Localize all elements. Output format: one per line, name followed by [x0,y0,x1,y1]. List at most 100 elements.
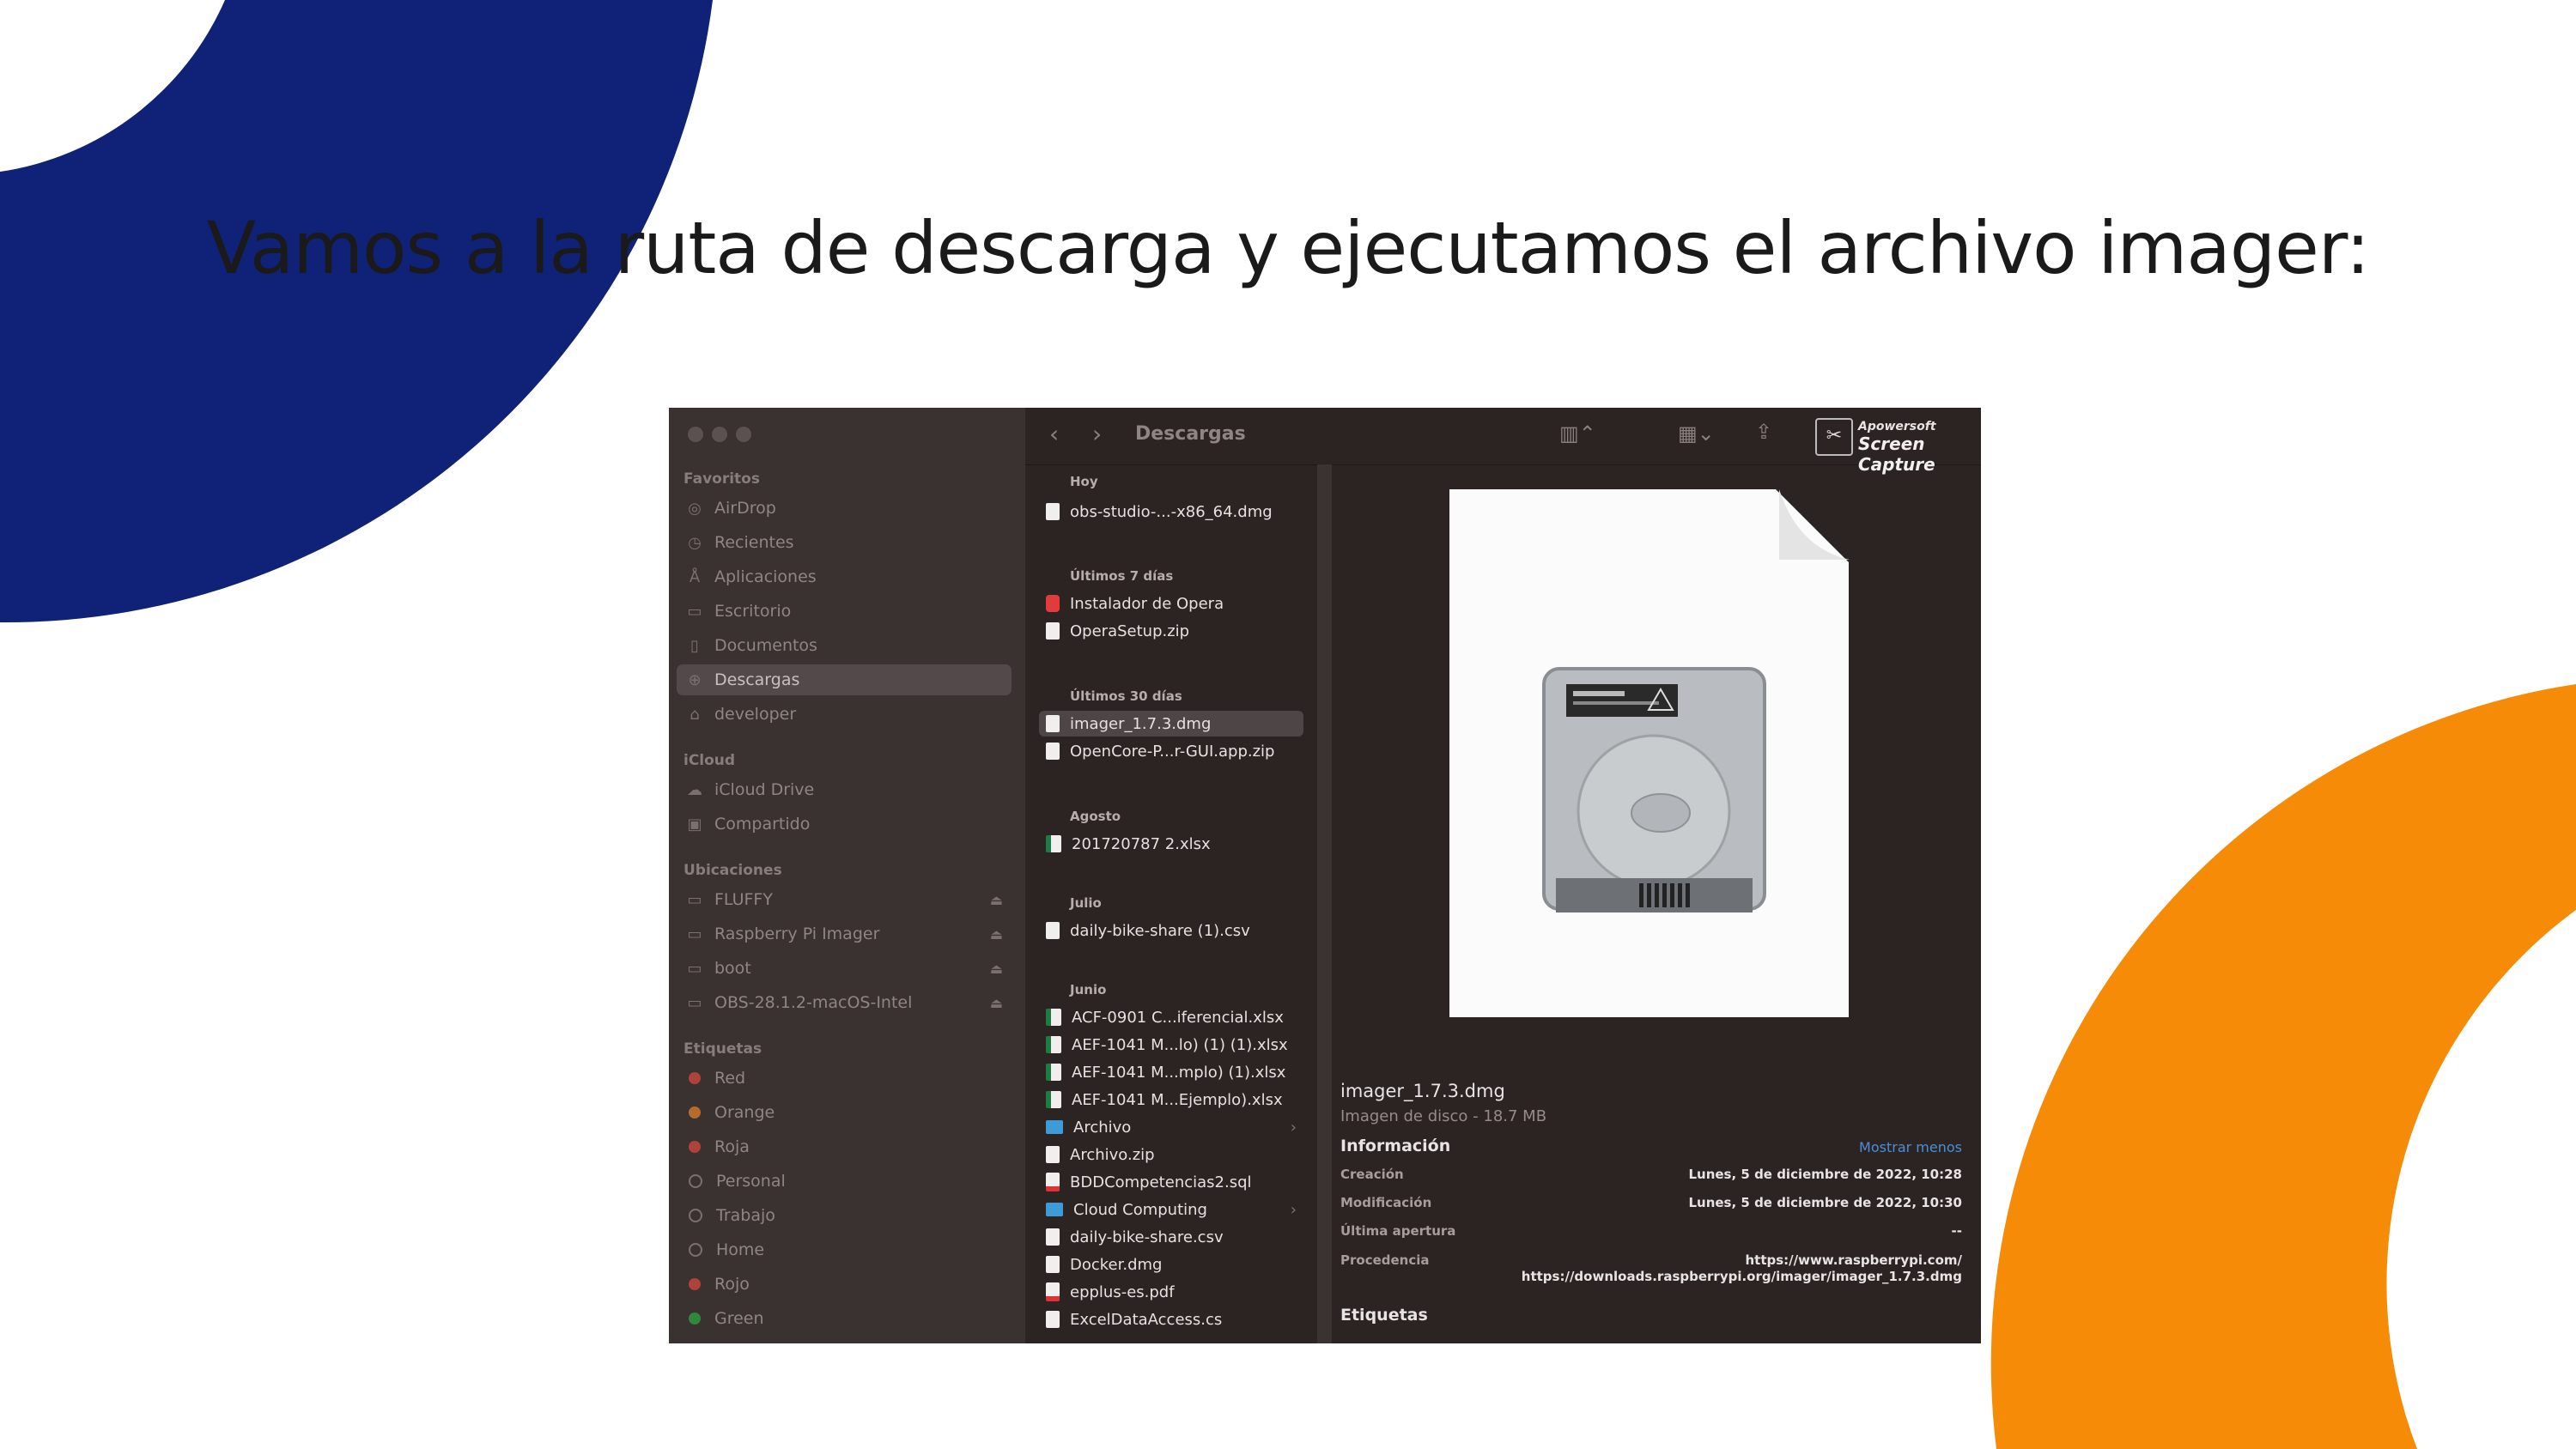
file-item[interactable]: AEF-1041 M...Ejemplo).xlsx [1039,1087,1303,1113]
tag-ring-icon [689,1174,702,1188]
drive-icon: ▭ [687,890,702,909]
sidebar-tag-rojo[interactable]: Rojo [677,1269,1012,1300]
zoom-window-button[interactable] [736,427,751,442]
file-item[interactable]: OpenCore-P...r-GUI.app.zip [1039,738,1303,764]
sidebar-item-descargas[interactable]: ⊕ Descargas [677,664,1012,695]
group-header-hoy: Hoy [1070,474,1098,489]
file-item[interactable]: BDDCompetencias2.sql [1039,1169,1303,1195]
csv-icon [1046,1228,1060,1246]
sidebar-item-recientes[interactable]: ◷ Recientes [677,527,1012,558]
sidebar-item-label: Green [714,1309,764,1328]
sidebar-tag-orange[interactable]: Orange [677,1097,1012,1128]
favorites-header: Favoritos [683,470,760,488]
sidebar-item-developer[interactable]: ⌂ developer [677,699,1012,730]
forward-chevron-icon[interactable]: › [1092,420,1102,448]
info-key-creation: Creación [1340,1167,1404,1182]
sidebar-item-raspberry-pi-imager[interactable]: ▭ Raspberry Pi Imager ⏏ [677,919,1012,949]
file-name: BDDCompetencias2.sql [1070,1173,1252,1191]
watermark-logo-icon: ✂ [1815,418,1853,456]
hard-drive-icon [1542,667,1766,912]
preview-file-name: imager_1.7.3.dmg [1340,1081,1505,1101]
sidebar-item-label: Red [714,1069,746,1088]
finder-toolbar: ‹ › Descargas ▥⌃ ▦⌄ ⇪ ✂ Apowersoft Scree… [1025,408,1981,475]
sidebar-tag-home[interactable]: Home [677,1234,1012,1265]
eject-icon[interactable]: ⏏ [990,892,1003,908]
sidebar-item-label: Trabajo [716,1206,775,1225]
sidebar-item-airdrop[interactable]: ◎ AirDrop [677,493,1012,524]
info-value-last-opened: -- [1951,1223,1962,1239]
file-name: ACF-0901 C...iferencial.xlsx [1072,1008,1284,1027]
excel-icon [1046,1036,1061,1053]
sidebar-tag-red[interactable]: Red [677,1063,1012,1094]
eject-icon[interactable]: ⏏ [990,961,1003,977]
sidebar-item-aplicaciones[interactable]: Å Aplicaciones [677,561,1012,592]
file-item[interactable]: ExcelDataAccess.cs [1039,1307,1303,1332]
shared-folder-icon: ▣ [687,815,702,834]
tag-ring-icon [689,1243,702,1257]
clock-icon: ◷ [688,533,702,552]
sidebar-item-escritorio[interactable]: ▭ Escritorio [677,596,1012,627]
column-divider[interactable] [1317,464,1332,1343]
folder-item[interactable]: Archivo › [1039,1114,1303,1140]
finder-sidebar: Favoritos ◎ AirDrop ◷ Recientes Å Aplicacio… [669,408,1025,1343]
document-icon: ▯ [690,636,699,655]
excel-icon [1046,1064,1061,1081]
group-view-icon[interactable]: ▦⌄ [1678,421,1715,446]
sidebar-item-fluffy[interactable]: ▭ FLUFFY ⏏ [677,884,1012,915]
sidebar-item-label: Escritorio [714,602,792,621]
tag-dot-icon [689,1278,701,1290]
sidebar-item-documentos[interactable]: ▯ Documentos [677,630,1012,661]
file-name: epplus-es.pdf [1070,1282,1175,1301]
group-header-ultimos-7: Últimos 7 días [1070,568,1174,584]
file-item-selected[interactable]: imager_1.7.3.dmg [1039,711,1303,737]
eject-icon[interactable]: ⏏ [990,926,1003,943]
tag-dot-icon [689,1141,701,1153]
file-item[interactable]: Docker.dmg [1039,1252,1303,1277]
sidebar-tag-trabajo[interactable]: Trabajo [677,1200,1012,1231]
sidebar-item-label: Aplicaciones [714,567,817,586]
file-item[interactable]: ACF-0901 C...iferencial.xlsx [1039,1004,1303,1030]
sidebar-tag-roja[interactable]: Roja [677,1131,1012,1162]
share-icon[interactable]: ⇪ [1755,420,1772,444]
file-item[interactable]: 201720787 2.xlsx [1039,831,1303,857]
excel-icon [1046,835,1061,852]
dmg-icon [1046,715,1060,732]
show-less-link[interactable]: Mostrar menos [1859,1139,1962,1155]
file-name: obs-studio-...-x86_64.dmg [1070,502,1273,521]
sidebar-item-label: developer [714,705,797,724]
folder-icon [1046,1203,1063,1216]
column-view-icon[interactable]: ▥⌃ [1559,421,1596,446]
minimize-window-button[interactable] [712,427,727,442]
sidebar-item-label: FLUFFY [714,890,773,909]
file-item[interactable]: AEF-1041 M...lo) (1) (1).xlsx [1039,1032,1303,1058]
group-header-ultimos-30: Últimos 30 días [1070,688,1182,704]
file-item[interactable]: daily-bike-share (1).csv [1039,918,1303,943]
excel-icon [1046,1009,1061,1026]
file-item[interactable]: Instalador de Opera [1039,591,1303,616]
file-name: Archivo [1073,1118,1132,1137]
sidebar-item-icloud-drive[interactable]: ☁ iCloud Drive [677,774,1012,805]
sidebar-tag-green[interactable]: Green [677,1303,1012,1334]
file-item[interactable]: obs-studio-...-x86_64.dmg [1039,499,1303,524]
info-value-modified: Lunes, 5 de diciembre de 2022, 10:30 [1688,1195,1962,1210]
sidebar-item-label: Documentos [714,636,817,655]
close-window-button[interactable] [688,427,703,442]
file-name: daily-bike-share.csv [1070,1228,1224,1246]
file-name: OperaSetup.zip [1070,621,1190,640]
file-item[interactable]: epplus-es.pdf [1039,1279,1303,1305]
folder-icon [1046,1120,1063,1134]
file-item[interactable]: OperaSetup.zip [1039,618,1303,644]
file-item[interactable]: daily-bike-share.csv [1039,1224,1303,1250]
sidebar-item-compartido[interactable]: ▣ Compartido [677,809,1012,840]
sidebar-item-boot[interactable]: ▭ boot ⏏ [677,953,1012,984]
eject-icon[interactable]: ⏏ [990,995,1003,1011]
cloud-icon: ☁ [687,780,702,799]
file-item[interactable]: Archivo.zip [1039,1142,1303,1167]
back-chevron-icon[interactable]: ‹ [1049,420,1059,448]
file-item[interactable]: AEF-1041 M...mplo) (1).xlsx [1039,1059,1303,1085]
sidebar-tag-personal[interactable]: Personal [677,1166,1012,1197]
home-icon: ⌂ [690,705,700,724]
file-name: daily-bike-share (1).csv [1070,921,1250,940]
folder-item[interactable]: Cloud Computing › [1039,1197,1303,1222]
sidebar-item-obs[interactable]: ▭ OBS-28.1.2-macOS-Intel ⏏ [677,987,1012,1018]
